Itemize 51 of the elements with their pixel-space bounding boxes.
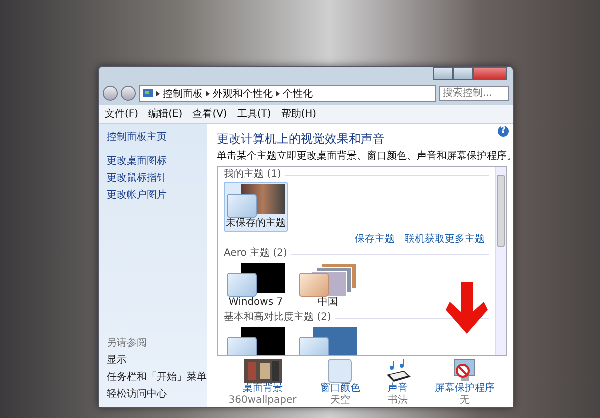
sidebar-link[interactable]: 轻松访问中心 (107, 387, 167, 401)
theme-tile[interactable] (224, 325, 288, 355)
breadcrumb[interactable]: 个性化 (283, 86, 313, 100)
theme-link[interactable]: 联机获取更多主题 (405, 234, 485, 246)
menu-item[interactable]: 查看(V) (192, 107, 228, 121)
sidebar-link[interactable]: 任务栏和「开始」菜单 (107, 370, 207, 384)
menu-item[interactable]: 编辑(E) (148, 107, 183, 121)
chevron-icon (156, 90, 160, 96)
minimize-button[interactable] (433, 67, 453, 80)
sidebar-link[interactable]: 显示 (107, 353, 127, 367)
setting-link[interactable]: 声音 (388, 383, 408, 395)
setting-link[interactable]: 窗口颜色 (320, 383, 360, 395)
menu-item[interactable]: 帮助(H) (281, 107, 317, 121)
monitor-no-sign-icon (453, 359, 478, 383)
theme-link[interactable]: 保存主题 (355, 234, 395, 246)
chevron-icon (206, 90, 210, 96)
sidebar-link[interactable]: 更改帐户图片 (107, 188, 167, 202)
section-title: 我的主题 (1) (224, 169, 282, 181)
address-bar[interactable]: 控制面板 外观和个性化 个性化 (139, 85, 436, 102)
chevron-icon (276, 90, 280, 96)
section-title: 基本和高对比度主题 (2) (224, 312, 332, 324)
sidebar-link[interactable]: 更改桌面图标 (107, 154, 167, 168)
theme-tile[interactable]: 中国 (296, 261, 360, 311)
breadcrumb[interactable]: 外观和个性化 (213, 86, 273, 100)
color-swatch-icon (328, 359, 352, 383)
down-arrow-icon (446, 282, 488, 334)
setting-value: 天空 (330, 395, 350, 407)
sidebar-link[interactable]: 更改鼠标指针 (107, 171, 167, 185)
help-icon[interactable]: ? (498, 126, 509, 137)
wallpaper-thumbnail-icon (244, 359, 282, 383)
theme-tile[interactable]: Windows 7 (224, 261, 288, 311)
see-also-heading: 另请参阅 (107, 336, 147, 350)
forward-button[interactable] (121, 86, 136, 101)
theme-tile[interactable] (296, 325, 360, 355)
setting-value: 无 (460, 395, 470, 407)
setting-value: 书法 (388, 395, 408, 407)
setting-link[interactable]: 桌面背景 (242, 383, 283, 395)
theme-tile[interactable]: 未保存的主题 (224, 182, 288, 232)
sidebar-link[interactable]: 控制面板主页 (107, 130, 167, 144)
setting-value: 360wallpaper (228, 395, 297, 407)
control-panel-icon (143, 89, 153, 98)
scrollbar[interactable] (495, 167, 506, 355)
menu-item[interactable]: 工具(T) (237, 107, 272, 121)
section-title: Aero 主题 (2) (224, 248, 288, 260)
search-field[interactable]: 搜索控制... (439, 86, 509, 101)
back-button[interactable] (103, 86, 118, 101)
maximize-button[interactable] (453, 67, 473, 80)
menu-item[interactable]: 文件(F) (105, 107, 139, 121)
setting-link[interactable]: 屏幕保护程序 (435, 383, 496, 395)
breadcrumb[interactable]: 控制面板 (163, 86, 203, 100)
page-heading: 更改计算机上的视觉效果和声音 (217, 131, 386, 148)
